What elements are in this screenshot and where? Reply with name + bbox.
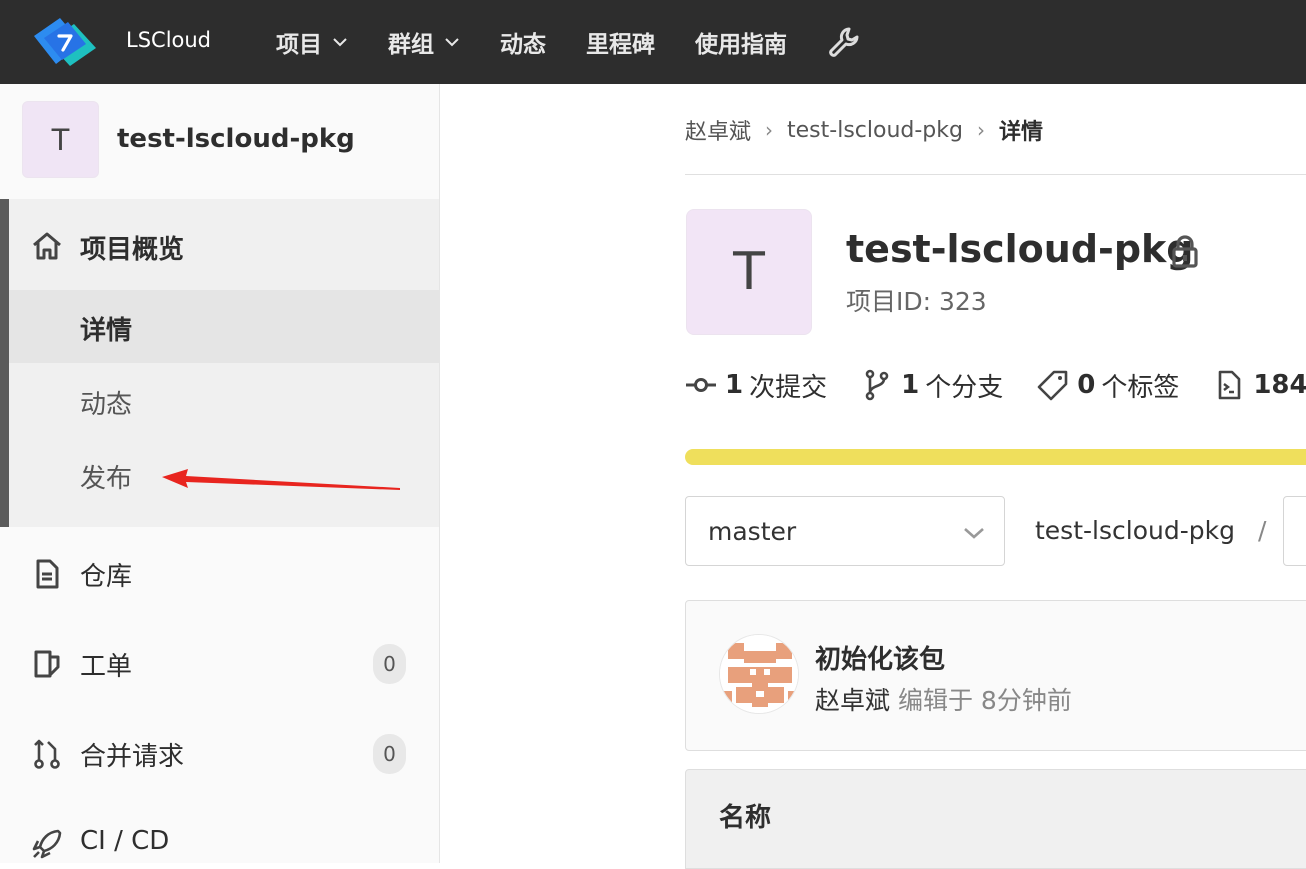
chevron-down-icon	[964, 528, 984, 539]
wrench-icon[interactable]	[827, 25, 861, 59]
nav-milestones[interactable]: 里程碑	[586, 25, 655, 59]
sidebar-item-cicd[interactable]: CI / CD	[0, 824, 439, 864]
merge-request-icon	[34, 739, 60, 769]
nav-activity[interactable]: 动态	[500, 25, 546, 59]
breadcrumb: 赵卓斌 › test-lscloud-pkg › 详情	[685, 114, 1043, 146]
sidebar-repository-label: 仓库	[80, 562, 133, 592]
nav-guide[interactable]: 使用指南	[695, 25, 787, 59]
branch-icon	[865, 369, 889, 401]
sidebar-cicd-label: CI / CD	[80, 826, 170, 856]
sidebar-issues-label: 工单	[80, 652, 133, 682]
column-name-header: 名称	[719, 803, 772, 833]
sidebar-item-overview[interactable]: 项目概览	[0, 227, 439, 267]
tag-icon	[1037, 370, 1068, 401]
last-commit-panel: 初始化该包 赵卓斌 编辑于 8分钟前	[685, 600, 1306, 751]
commit-author[interactable]: 赵卓斌	[815, 686, 890, 715]
sidebar-project-header[interactable]: T test-lscloud-pkg	[0, 84, 439, 199]
merge-requests-count-badge: 0	[373, 734, 406, 774]
stat-branches[interactable]: 1 个分支	[861, 367, 1003, 404]
repo-path-dropdown[interactable]	[1283, 496, 1306, 566]
lock-icon	[1172, 235, 1198, 268]
main-content: 赵卓斌 › test-lscloud-pkg › 详情 T test-lsclo…	[440, 84, 1306, 869]
stat-commits-count: 1	[725, 370, 744, 400]
stat-tags-label: 个标签	[1101, 372, 1180, 403]
brand-name[interactable]: LSCloud	[126, 28, 211, 52]
stat-branches-label: 个分支	[925, 372, 1004, 403]
stat-tags-count: 0	[1077, 370, 1096, 400]
sidebar-subitem-details-bg	[9, 290, 439, 363]
nav-menu: 项目 群组 动态 里程碑 使用指南	[276, 0, 861, 84]
commit-meta: 赵卓斌 编辑于 8分钟前	[815, 681, 1072, 717]
lscloud-logo-icon[interactable]	[30, 14, 98, 70]
identicon-icon	[720, 635, 798, 713]
issues-count-badge: 0	[373, 644, 406, 684]
language-bar	[685, 449, 1306, 465]
stat-commits[interactable]: 1 次提交	[685, 367, 827, 404]
stat-commits-label: 次提交	[749, 372, 828, 403]
file-table-header: 名称	[685, 769, 1306, 869]
project-avatar-small: T	[22, 101, 99, 178]
breadcrumb-owner[interactable]: 赵卓斌	[685, 114, 751, 146]
nav-projects-label: 项目	[276, 32, 322, 58]
avatar[interactable]	[719, 634, 799, 714]
issues-icon	[34, 650, 60, 678]
sidebar-project-name: test-lscloud-pkg	[117, 124, 355, 154]
branch-selector[interactable]: master	[685, 496, 1005, 566]
divider	[685, 174, 1306, 175]
chevron-down-icon	[333, 38, 347, 47]
chevron-down-icon	[445, 38, 459, 47]
stat-files[interactable]: 184	[1213, 369, 1306, 401]
sidebar-subitem-activity[interactable]: 动态	[80, 384, 132, 421]
nav-groups-label: 群组	[388, 32, 434, 58]
nav-guide-label: 使用指南	[695, 32, 787, 58]
repo-path-separator: /	[1258, 516, 1267, 545]
commit-title[interactable]: 初始化该包	[815, 639, 945, 676]
breadcrumb-project[interactable]: test-lscloud-pkg	[787, 118, 963, 143]
breadcrumb-current[interactable]: 详情	[999, 114, 1043, 146]
project-title: test-lscloud-pkg	[846, 227, 1194, 271]
annotation-arrow-icon	[162, 469, 400, 490]
sidebar-item-merge-requests[interactable]: 合并请求 0	[0, 734, 439, 774]
repo-path-root[interactable]: test-lscloud-pkg	[1035, 516, 1235, 545]
sidebar-merge-requests-label: 合并请求	[80, 742, 185, 772]
sidebar-overview-label: 项目概览	[80, 235, 185, 265]
nav-activity-label: 动态	[500, 32, 546, 58]
sidebar-item-repository[interactable]: 仓库	[0, 554, 439, 594]
commit-icon	[686, 378, 716, 392]
chevron-right-icon: ›	[765, 118, 774, 142]
rocket-icon	[32, 829, 62, 859]
home-icon	[33, 232, 61, 260]
document-icon	[36, 559, 59, 589]
nav-projects[interactable]: 项目	[276, 25, 348, 59]
stat-files-count: 184	[1253, 370, 1306, 400]
sidebar-subitem-releases[interactable]: 发布	[80, 458, 132, 495]
sidebar-item-issues[interactable]: 工单 0	[0, 644, 439, 684]
stat-branches-count: 1	[901, 370, 920, 400]
file-icon	[1219, 370, 1241, 400]
nav-groups[interactable]: 群组	[388, 25, 460, 59]
project-avatar: T	[686, 209, 812, 335]
branch-selector-value: master	[708, 517, 797, 546]
commit-time: 编辑于 8分钟前	[897, 686, 1072, 715]
top-navbar: LSCloud 项目 群组 动态 里程碑 使用指南	[0, 0, 1306, 84]
project-stats: 1 次提交 1 个分支 0 个标签 184	[685, 367, 1306, 403]
chevron-right-icon: ›	[976, 118, 985, 142]
sidebar-subitem-details[interactable]: 详情	[80, 310, 132, 347]
project-id: 项目ID: 323	[846, 287, 987, 316]
nav-milestones-label: 里程碑	[586, 32, 655, 58]
stat-tags[interactable]: 0 个标签	[1037, 367, 1179, 404]
